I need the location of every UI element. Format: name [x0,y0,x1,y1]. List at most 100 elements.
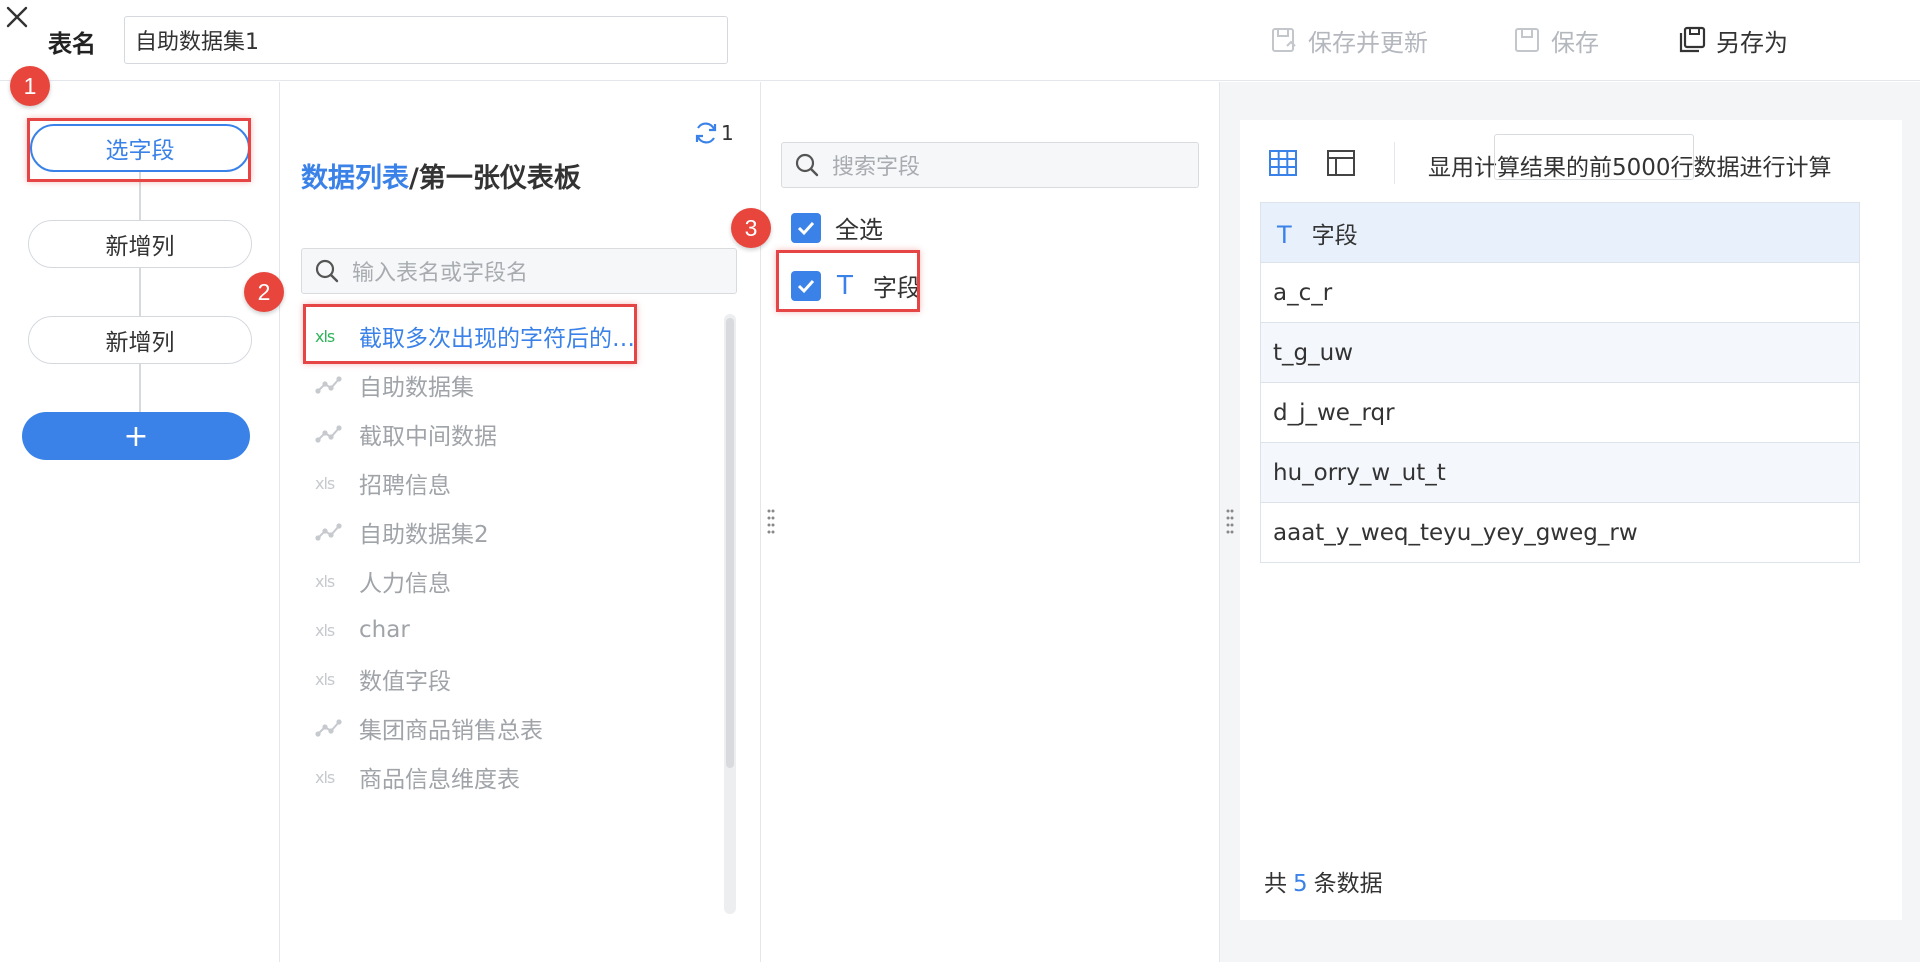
data-list-item-label: 截取中间数据 [359,424,497,450]
top-bar: 表名 保存并更新 保存 另存为 [0,0,1920,81]
preview-card: 显用计算结果的前5000行数据进行计算 T 字段 a_c_r t_g_uw d_j_w… [1240,120,1902,920]
save-button[interactable]: 保存 [1513,20,1599,60]
refresh-button[interactable]: 1 [693,120,734,146]
data-list-item[interactable]: xls char [315,610,410,650]
step-add-column[interactable]: 新增列 [28,316,252,364]
field-checkbox[interactable]: T 字段 [791,268,921,303]
column-header[interactable]: T 字段 [1260,202,1860,263]
data-list-item-label: 人力信息 [359,571,451,597]
save-update-icon [1272,28,1296,52]
table-cell: a_c_r [1260,262,1860,323]
save-as-icon [1679,26,1706,53]
data-list-item-label: 数值字段 [359,669,451,695]
xls-file-icon: xls [315,473,335,493]
save-icon [1515,28,1539,52]
self-service-dataset-icon [315,423,343,445]
table-cell: t_g_uw [1260,322,1860,383]
close-icon[interactable] [0,0,34,34]
step-select-fields[interactable]: 选字段 [30,124,250,172]
layout-view-icon[interactable] [1326,148,1356,178]
list-scrollbar[interactable] [724,314,736,914]
field-label: 字段 [872,274,921,302]
data-list-item[interactable]: 自助数据集2 [315,512,489,552]
preview-panel: 显用计算结果的前5000行数据进行计算 T 字段 a_c_r t_g_uw d_j_w… [1219,82,1920,962]
data-list-item[interactable]: xls 数值字段 [315,659,451,699]
xls-file-icon: xls [315,669,335,689]
step-badge-1: 1 [10,66,50,106]
data-list-item[interactable]: xls 商品信息维度表 [315,757,520,797]
table-name-input[interactable] [124,16,728,64]
search-icon [315,259,339,283]
data-list-item-label: 招聘信息 [359,473,451,499]
row-count-suffix: 条数据 [1313,871,1383,897]
table-row: t_g_uw [1260,322,1860,383]
self-service-dataset-icon [315,374,343,396]
breadcrumb-dashboard: /第一张仪表板 [409,163,581,194]
add-step-button[interactable]: + [22,412,250,460]
text-type-icon: T [1277,220,1292,249]
table-body: a_c_r t_g_uw d_j_we_rqr hu_orry_w_ut_t aaat_… [1260,262,1860,563]
row-count-value: 5 [1293,871,1308,897]
table-cell: hu_orry_w_ut_t [1260,442,1860,503]
data-list-item[interactable]: 截取中间数据 [315,414,497,454]
step-badge-2: 2 [244,272,284,312]
xls-file-icon: xls [315,571,335,591]
table-row: a_c_r [1260,262,1860,323]
breadcrumb-data-list[interactable]: 数据列表 [301,163,409,194]
select-all-checkbox[interactable]: 全选 [791,210,883,245]
step-badge-3: 3 [731,208,771,248]
save-and-update-label: 保存并更新 [1308,28,1428,57]
data-list-item[interactable]: xls 人力信息 [315,561,451,601]
save-as-button[interactable]: 另存为 [1678,20,1788,60]
data-list-item-label: 截取多次出现的字符后的… [359,326,635,352]
xls-file-icon: xls [315,326,335,346]
steps-panel: 选字段 新增列 新增列 + [0,82,280,962]
save-label: 保存 [1551,28,1599,57]
calc-rows-select[interactable] [1494,134,1694,180]
data-list-item[interactable]: 集团商品销售总表 [315,708,543,748]
data-list-item-label: char [359,617,410,643]
step-connector [139,172,141,220]
field-search-input[interactable]: 搜索字段 [781,142,1199,188]
table-view-icon[interactable] [1268,148,1298,178]
row-count: 共 5 条数据 [1264,864,1383,898]
checkbox-checked-icon [791,212,821,243]
checkbox-checked-icon [791,270,821,301]
table-row: aaat_y_weq_teyu_yey_gweg_rw [1260,502,1860,563]
data-list-item[interactable]: xls 截取多次出现的字符后的… [315,316,635,356]
drag-handle-icon[interactable] [767,508,775,534]
data-list-item[interactable]: xls 招聘信息 [315,463,451,503]
self-service-dataset-icon [315,717,343,739]
data-list-panel: 1 数据列表/第一张仪表板 输入表名或字段名 xls 截取多次出现的字符后的… 自助… [281,82,759,962]
column-header-label: 字段 [1311,222,1358,249]
text-type-icon: T [837,270,853,301]
table-search-input[interactable]: 输入表名或字段名 [301,248,737,294]
data-list-title: 数据列表/第一张仪表板 [301,156,581,195]
refresh-count: 1 [721,121,734,145]
refresh-icon [695,122,717,144]
toolbar-divider [1394,142,1395,184]
self-service-dataset-icon [315,521,343,543]
scrollbar-thumb[interactable] [726,318,734,768]
table-header-row: T 字段 [1260,202,1860,263]
table-name-label: 表名 [48,30,96,58]
xls-file-icon: xls [315,620,335,640]
save-and-update-button[interactable]: 保存并更新 [1270,20,1428,60]
data-list-item[interactable]: 自助数据集 [315,365,474,405]
field-panel: 搜索字段 全选 T 字段 [760,82,1218,962]
step-connector [139,268,141,316]
save-as-label: 另存为 [1716,28,1788,57]
preview-table: T 字段 a_c_r t_g_uw d_j_we_rqr hu_orry_w_ut_t a… [1260,202,1860,563]
data-list-item-label: 自助数据集 [359,375,474,401]
table-row: hu_orry_w_ut_t [1260,442,1860,503]
table-row: d_j_we_rqr [1260,382,1860,443]
step-add-column[interactable]: 新增列 [28,220,252,268]
table-cell: d_j_we_rqr [1260,382,1860,443]
drag-handle-icon[interactable] [1226,508,1234,534]
select-all-label: 全选 [835,216,883,244]
data-list-item-label: 集团商品销售总表 [359,718,543,744]
search-icon [795,153,819,177]
table-cell: aaat_y_weq_teyu_yey_gweg_rw [1260,502,1860,563]
row-count-prefix: 共 [1264,871,1287,897]
data-list-item-label: 商品信息维度表 [359,767,520,793]
